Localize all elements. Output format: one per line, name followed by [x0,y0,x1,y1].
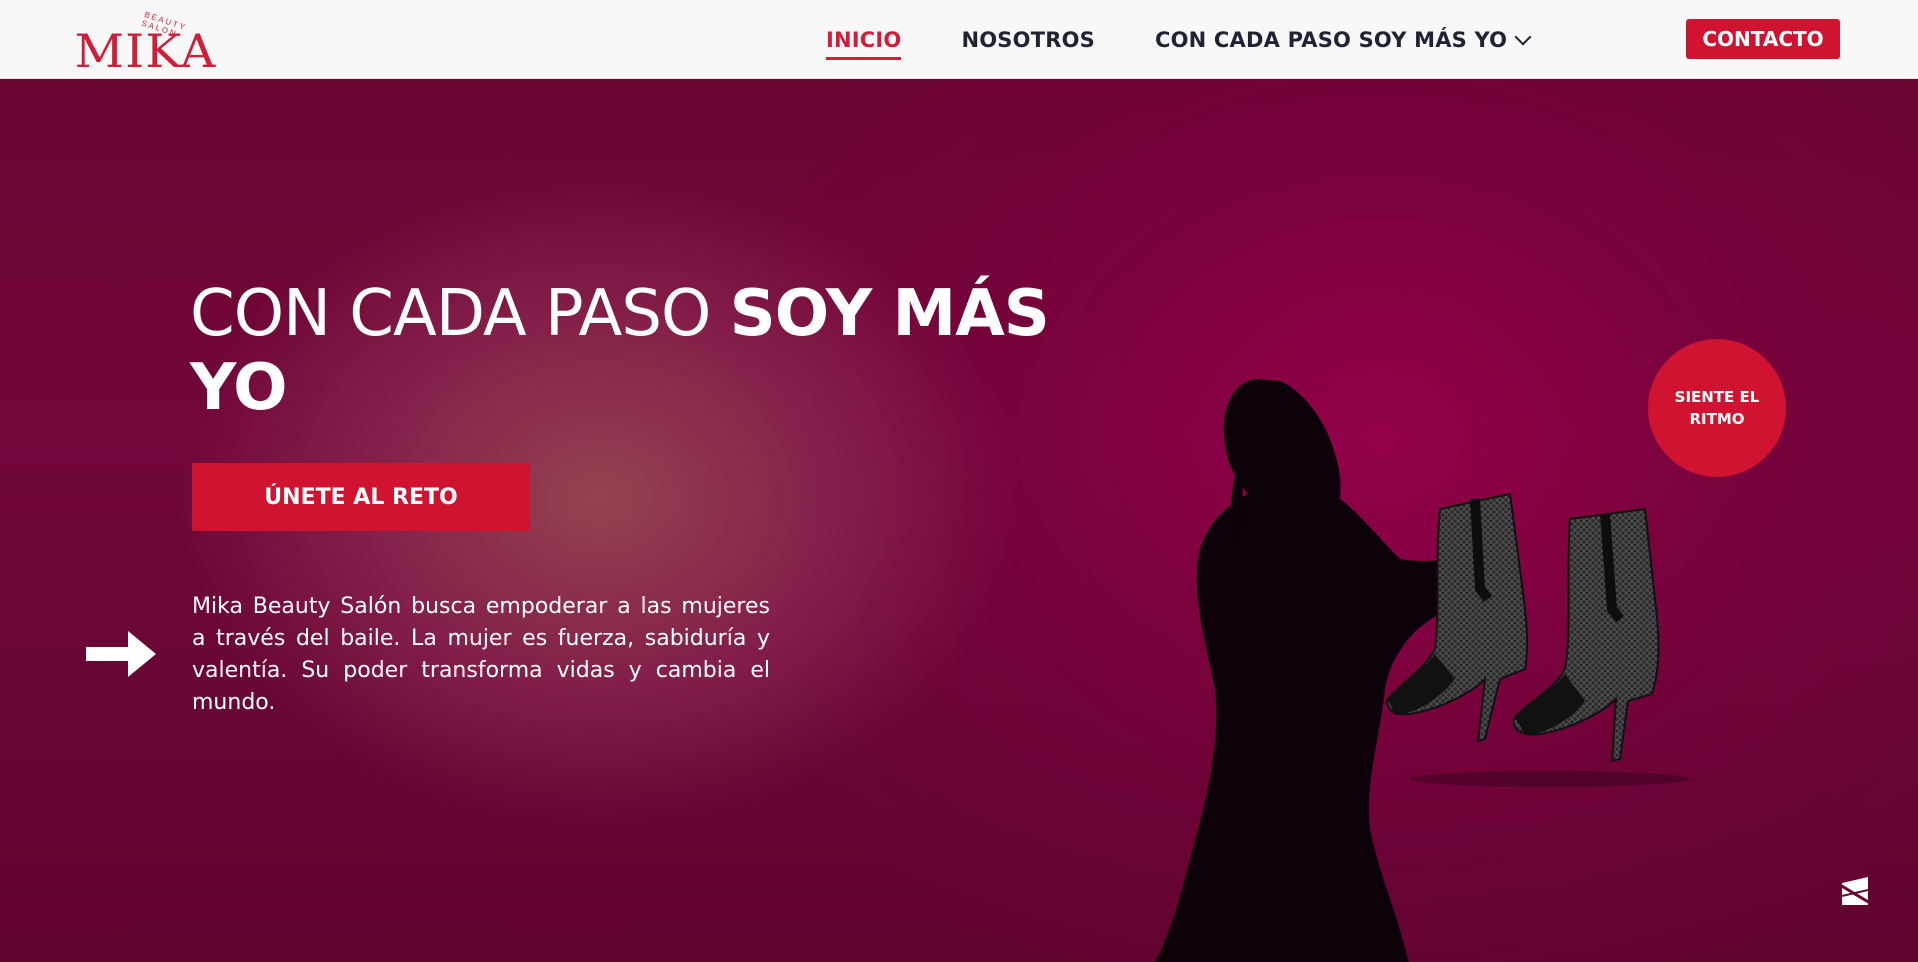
feel-rhythm-badge[interactable]: SIENTE EL RITMO [1648,339,1786,477]
badge-line-2: RITMO [1689,410,1745,428]
nav-item-label: NOSOTROS [961,27,1095,52]
chevron-down-icon [1514,28,1532,45]
nav-item-label: CON CADA PASO SOY MÁS YO [1154,27,1508,52]
badge-line-1: SIENTE EL [1674,388,1760,406]
hero-title-light: CON CADA PASO [190,277,730,351]
nav-item-label: INICIO [826,27,902,52]
logo[interactable]: MIKA BEAUTY SALON [75,10,216,78]
hero-description: Mika Beauty Salón busca empoderar a las … [192,594,770,715]
hero-section: CON CADA PASO SOY MÁS YO ÚNETE AL RETO M… [0,79,1918,962]
nav-item-con-cada-paso[interactable]: CON CADA PASO SOY MÁS YO [1154,27,1532,52]
join-challenge-button[interactable]: ÚNETE AL RETO [192,463,530,531]
contact-button[interactable]: CONTACTO [1686,19,1840,59]
arrow-right-icon [86,631,156,677]
boots-image [1386,492,1690,787]
nav-item-nosotros[interactable]: NOSOTROS [961,28,1094,52]
site-header: MIKA BEAUTY SALON INICIO NOSOTROS CON CA… [0,0,1918,79]
corner-widget-icon[interactable] [1838,875,1872,909]
main-nav: INICIO NOSOTROS CON CADA PASO SOY MÁS YO [826,0,1589,79]
hero-title: CON CADA PASO SOY MÁS YO [190,277,1090,425]
nav-item-inicio[interactable]: INICIO [826,27,902,60]
